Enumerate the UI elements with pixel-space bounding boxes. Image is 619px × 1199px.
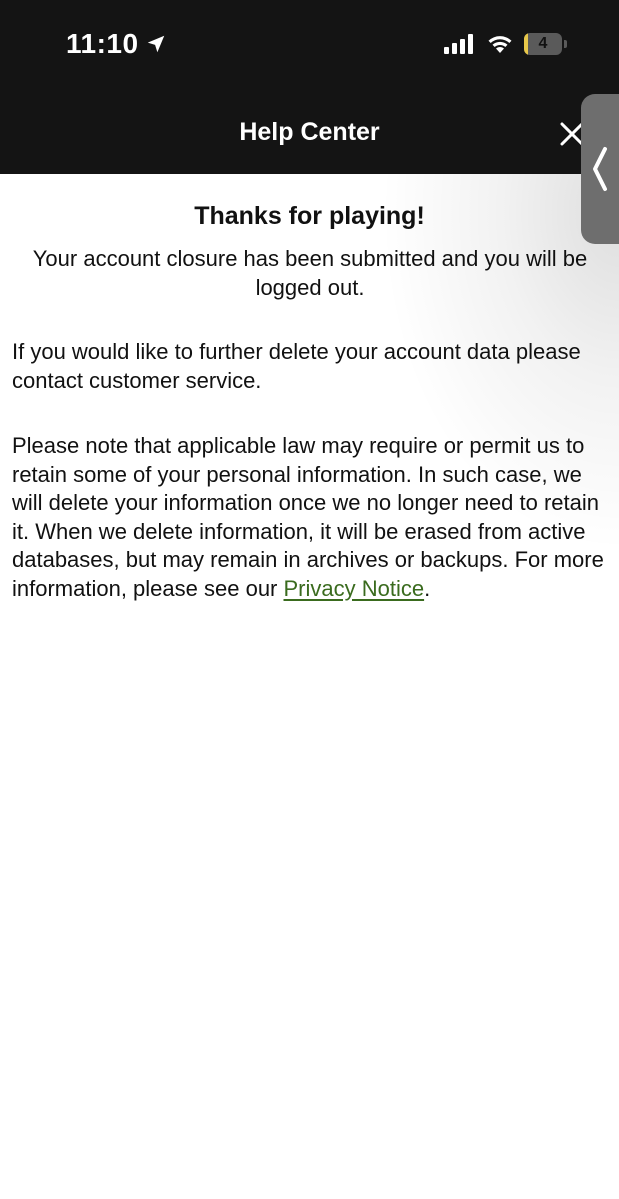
wifi-icon <box>488 36 512 53</box>
time-text: 11:10 <box>66 28 139 59</box>
page-title: Help Center <box>239 118 380 146</box>
privacy-notice-link[interactable]: Privacy Notice <box>284 576 425 601</box>
status-icons: 4 <box>444 33 567 55</box>
delete-data-paragraph: If you would like to further delete your… <box>12 339 581 393</box>
status-time: 11:10 <box>66 28 167 60</box>
privacy-paragraph: Please note that applicable law may requ… <box>12 432 607 603</box>
chevron-left-icon <box>593 147 607 191</box>
side-panel-handle[interactable] <box>581 94 619 244</box>
thanks-heading: Thanks for playing! <box>194 202 425 230</box>
battery-icon: 4 <box>524 33 567 55</box>
closure-message: Your account closure has been submitted … <box>32 246 588 300</box>
status-bar: 11:10 4 <box>0 0 619 92</box>
signal-bars-icon <box>444 34 473 54</box>
battery-level: 4 <box>538 35 548 52</box>
main-content: Thanks for playing! Your account closure… <box>0 174 619 1199</box>
privacy-paragraph-end: . <box>424 575 431 601</box>
location-arrow-icon <box>147 35 164 53</box>
help-center-header: Help Center <box>0 92 619 174</box>
